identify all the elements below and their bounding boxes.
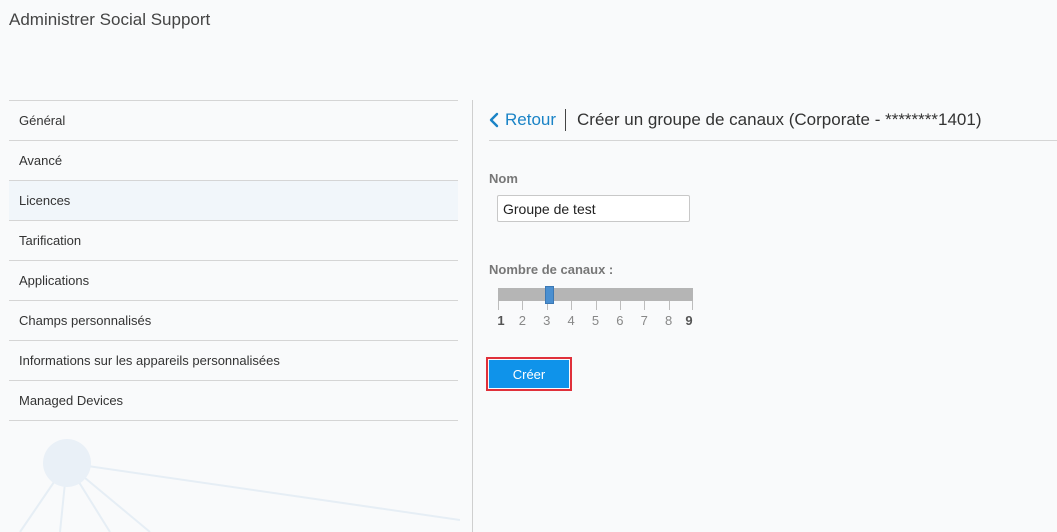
- slider-track[interactable]: [498, 288, 693, 301]
- sidebar-item-general[interactable]: Général: [9, 101, 458, 141]
- slider-ticks: [498, 301, 693, 311]
- panel-divider: [472, 100, 473, 532]
- name-input[interactable]: [497, 195, 690, 222]
- slider-tick-label: 9: [685, 313, 693, 328]
- slider-tick-label: 7: [640, 313, 648, 328]
- sidebar-item-managed-devices[interactable]: Managed Devices: [9, 381, 458, 421]
- slider-tick-label: 5: [591, 313, 600, 328]
- slider-tick: [595, 301, 597, 310]
- sidebar-item-applications[interactable]: Applications: [9, 261, 458, 301]
- create-button[interactable]: Créer: [489, 360, 569, 388]
- slider-handle[interactable]: [544, 286, 554, 304]
- channels-slider[interactable]: 12 3 4 5 6 7 89: [497, 286, 693, 328]
- slider-tick-label: 1: [497, 313, 505, 328]
- create-button-highlight: Créer: [486, 357, 572, 391]
- sidebar-item-custom-fields[interactable]: Champs personnalisés: [9, 301, 458, 341]
- chevron-left-icon: [489, 112, 499, 128]
- name-label: Nom: [489, 171, 518, 186]
- slider-tick-label: 8: [665, 313, 673, 328]
- back-label: Retour: [505, 110, 557, 129]
- slider-tick: [498, 301, 499, 310]
- settings-sidebar: Général Avancé Licences Tarification App…: [9, 100, 458, 421]
- page-title: Créer un groupe de canaux (Corporate - *…: [577, 110, 982, 129]
- sidebar-item-pricing[interactable]: Tarification: [9, 221, 458, 261]
- slider-tick: [522, 301, 524, 310]
- slider-tick: [668, 301, 670, 310]
- sidebar-item-advanced[interactable]: Avancé: [9, 141, 458, 181]
- slider-tick-label: 6: [616, 313, 624, 328]
- slider-tick-label: 4: [567, 313, 575, 328]
- content-header: Retour Créer un groupe de canaux (Corpor…: [489, 100, 1057, 141]
- back-link[interactable]: Retour: [489, 109, 567, 131]
- sidebar-item-licences[interactable]: Licences: [9, 181, 458, 221]
- app-title: Administrer Social Support: [9, 10, 211, 29]
- channels-label: Nombre de canaux :: [489, 262, 614, 277]
- background-network-decoration: [19, 439, 460, 532]
- slider-tick: [619, 301, 621, 310]
- slider-tick-label: 2: [518, 313, 526, 328]
- sidebar-item-custom-device-info[interactable]: Informations sur les appareils personnal…: [9, 341, 458, 381]
- slider-tick: [692, 301, 693, 310]
- slider-tick: [571, 301, 573, 310]
- slider-tick: [644, 301, 646, 310]
- slider-tick-label: 3: [543, 313, 551, 328]
